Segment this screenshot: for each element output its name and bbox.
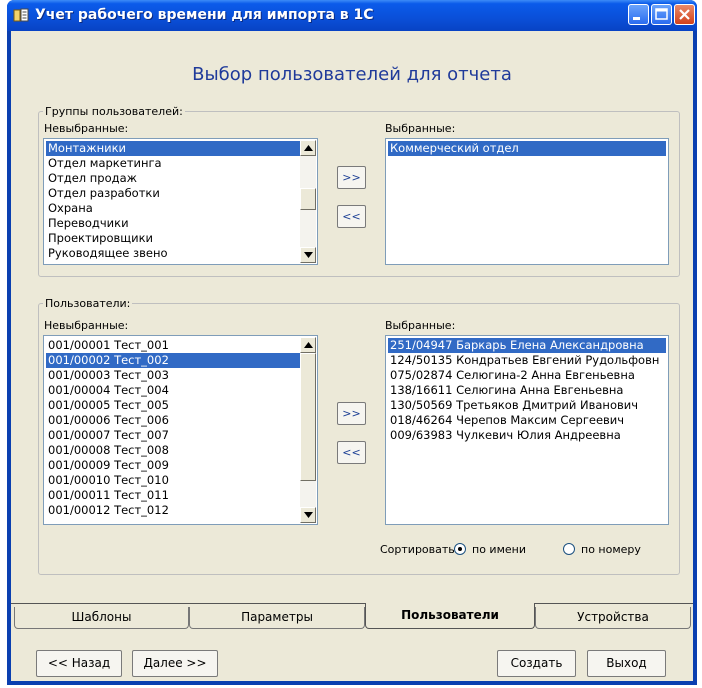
exit-button[interactable]: Выход [587,650,666,677]
groups-legend: Группы пользователей: [45,105,183,118]
tab-devices[interactable]: Устройства [535,607,691,629]
app-window: Учет рабочего времени для импорта в 1С В… [7,0,697,685]
users-remove-button[interactable]: << [337,441,366,464]
list-item[interactable]: 124/50135 Кондратьев Евгений Рудольфовн [388,353,666,368]
list-item[interactable]: 251/04947 Баркарь Елена Александровна [388,338,666,353]
sort-by-number-label[interactable]: по номеру [581,543,641,556]
list-item[interactable]: Монтажники [46,141,315,156]
list-item[interactable]: 001/00002 Тест_002 [46,353,315,368]
back-button[interactable]: << Назад [36,650,122,677]
window-title: Учет рабочего времени для импорта в 1С [35,7,374,23]
app-icon [13,8,29,22]
users-legend: Пользователи: [45,297,131,310]
radio-dot [458,547,462,551]
maximize-icon [655,8,668,20]
list-item[interactable]: 075/02874 Селюгина-2 Анна Евгеньевна [388,368,666,383]
list-item[interactable]: 001/00001 Тест_001 [46,338,315,353]
scroll-down-button[interactable] [300,247,316,263]
tab-users[interactable]: Пользователи [365,603,535,629]
groups-add-button[interactable]: >> [337,166,366,189]
title-bar[interactable]: Учет рабочего времени для импорта в 1С [7,0,697,31]
list-item[interactable]: Проектировщики [46,231,315,246]
list-item[interactable]: Коммерческий отдел [388,141,666,156]
list-item[interactable]: 001/00008 Тест_008 [46,443,315,458]
list-item[interactable]: 130/50569 Третьяков Дмитрий Иванович [388,398,666,413]
tab-parameters[interactable]: Параметры [189,607,365,629]
list-item[interactable]: 001/00012 Тест_012 [46,503,315,518]
list-item[interactable]: 009/63983 Чулкевич Юлия Андреевна [388,428,666,443]
list-item[interactable]: 001/00009 Тест_009 [46,458,315,473]
scroll-up-button[interactable] [300,337,316,353]
minimize-icon [633,17,640,20]
groups-selected-list[interactable]: Коммерческий отдел [385,138,669,265]
page-heading: Выбор пользователей для отчета [192,64,512,85]
groups-selected-label: Выбранные: [385,122,456,135]
users-unselected-label: Невыбранные: [44,319,129,332]
list-item[interactable]: Переводчики [46,216,315,231]
client-area: Выбор пользователей для отчета Группы по… [11,31,693,681]
groups-unselected-list[interactable]: Монтажники Отдел маркетинга Отдел продаж… [43,138,318,265]
users-selected-list[interactable]: 251/04947 Баркарь Елена Александровна 12… [385,335,669,525]
chevron-down-icon [304,252,313,258]
list-item[interactable]: Отдел продаж [46,171,315,186]
list-item[interactable]: 001/00006 Тест_006 [46,413,315,428]
list-item[interactable]: 001/00010 Тест_010 [46,473,315,488]
groups-unselected-scrollbar[interactable] [300,140,316,263]
sort-by-name-label[interactable]: по имени [472,543,526,556]
sort-by-number-radio[interactable] [563,543,575,555]
tab-bar: Шаблоны Параметры Пользователи Устройств… [11,603,693,629]
list-item[interactable]: Руководящее звено [46,246,315,261]
create-button[interactable]: Создать [497,650,576,677]
chevron-up-icon [304,145,313,151]
chevron-up-icon [304,342,313,348]
list-item[interactable]: Охрана [46,201,315,216]
groups-unselected-label: Невыбранные: [44,122,129,135]
users-selected-label: Выбранные: [385,319,456,332]
list-item[interactable]: 001/00004 Тест_004 [46,383,315,398]
tab-templates[interactable]: Шаблоны [14,607,189,629]
groups-remove-button[interactable]: << [337,205,366,228]
list-item[interactable]: Отдел маркетинга [46,156,315,171]
list-item[interactable]: 001/00005 Тест_005 [46,398,315,413]
next-button[interactable]: Далее >> [132,650,218,677]
list-item[interactable]: 001/00011 Тест_011 [46,488,315,503]
scroll-down-button[interactable] [300,507,316,523]
close-button[interactable] [674,4,695,25]
list-item[interactable]: 001/00007 Тест_007 [46,428,315,443]
users-unselected-list[interactable]: 001/00001 Тест_001 001/00002 Тест_002 00… [43,335,318,525]
sort-label: Сортировать: [380,543,459,556]
scroll-up-button[interactable] [300,140,316,156]
list-item[interactable]: 018/46264 Черепов Максим Сергеевич [388,413,666,428]
users-unselected-scrollbar[interactable] [300,337,316,523]
close-icon [679,9,690,20]
users-add-button[interactable]: >> [337,402,366,425]
scroll-thumb[interactable] [300,188,316,210]
sort-by-name-radio[interactable] [454,543,466,555]
maximize-button[interactable] [651,4,672,25]
list-item[interactable]: 138/16611 Селюгина Анна Евгеньевна [388,383,666,398]
list-item[interactable]: Отдел разработки [46,186,315,201]
chevron-down-icon [304,512,313,518]
minimize-button[interactable] [628,4,649,25]
list-item[interactable]: 001/00003 Тест_003 [46,368,315,383]
scroll-thumb[interactable] [300,353,316,481]
